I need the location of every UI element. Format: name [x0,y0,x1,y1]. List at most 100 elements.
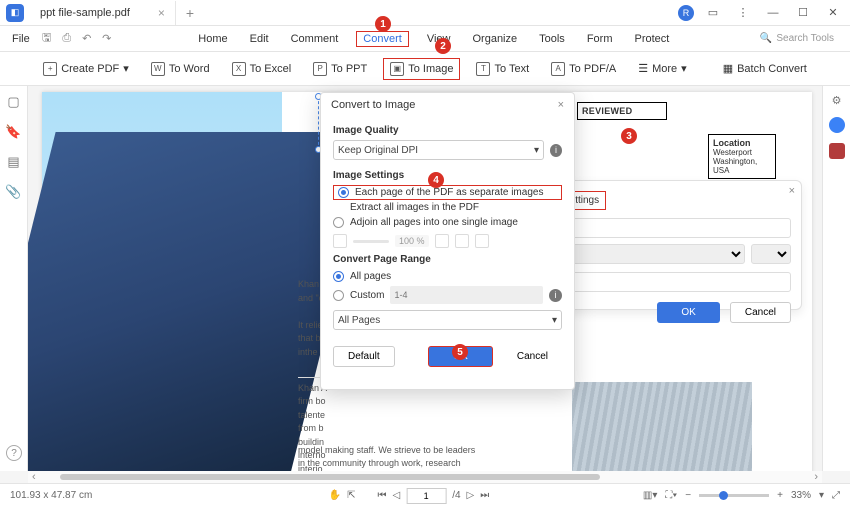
opt-each-page[interactable]: Each page of the PDF as separate images [333,185,562,200]
menu-edit[interactable]: Edit [246,31,273,47]
attachment-icon[interactable]: 📎 [5,184,21,200]
layers-icon[interactable]: ▤ [7,154,19,170]
translate-tool-icon[interactable] [829,143,845,159]
print-icon[interactable]: ⎙ [58,30,76,48]
menubar: File 🖫 ⎙ ↶ ↷ Home Edit Comment Convert V… [0,26,850,52]
zoom-out-icon[interactable]: − [685,490,691,501]
batch-icon: ▦ [723,62,733,75]
view-mode-icon[interactable]: ▥▾ [643,490,657,501]
to-excel-button[interactable]: XTo Excel [226,59,298,79]
settings-select-2[interactable] [751,244,791,264]
batch-label: Batch Convert [737,63,807,75]
last-page-icon[interactable]: ⏭ [480,490,489,501]
zoom-slider[interactable] [699,494,769,497]
scroll-left-icon[interactable]: ‹ [28,471,40,483]
right-sidebar: ⚙ [822,86,850,471]
settings-slider-icon[interactable]: ⚙ [832,94,842,107]
more-icon: ☰ [638,62,648,75]
to-ppt-label: To PPT [331,63,367,75]
opt-extract[interactable]: Extract all images in the PDF [333,200,562,215]
close-icon[interactable]: × [789,185,795,197]
dialog-header: Convert to Image × [321,93,574,117]
settings-input[interactable] [543,218,791,238]
maximize-button[interactable]: ☐ [792,2,814,24]
thumbnail-icon[interactable]: ▢ [7,94,19,110]
step-marker-5: 5 [452,344,468,360]
chevron-down-icon[interactable]: ▾ [819,490,824,501]
menu-protect[interactable]: Protect [630,31,673,47]
reviewed-stamp: REVIEWED [577,102,667,120]
ai-tool-icon[interactable] [829,117,845,133]
to-excel-label: To Excel [250,63,292,75]
present-icon[interactable]: ▭ [702,2,724,24]
horizontal-scrollbar[interactable]: ‹ › [28,471,822,483]
opt-custom[interactable]: Custom i [333,284,562,306]
info-icon[interactable]: i [550,144,562,157]
scroll-right-icon[interactable]: › [810,471,822,483]
location-label: Location [713,138,751,148]
opt-adjoin-label: Adjoin all pages into one single image [350,217,518,228]
menu-form[interactable]: Form [583,31,617,47]
add-tab-button[interactable]: + [176,5,204,21]
to-pdfa-button[interactable]: ATo PDF/A [545,59,622,79]
radio-icon[interactable] [333,271,344,282]
help-icon[interactable]: ? [6,445,22,461]
document-tab[interactable]: ppt file-sample.pdf × [30,1,176,25]
menu-tools[interactable]: Tools [535,31,569,47]
first-page-icon[interactable]: ⏮ [377,490,386,501]
app-icon: ◧ [6,4,24,22]
menu-organize[interactable]: Organize [468,31,521,47]
settings-input-2[interactable] [543,272,791,292]
close-icon[interactable]: × [558,99,564,111]
hand-tool-icon[interactable]: ✋ [329,490,341,501]
to-ppt-button[interactable]: PTo PPT [307,59,373,79]
redo-icon[interactable]: ↷ [98,30,116,48]
zoom-in-icon[interactable]: + [777,490,783,501]
to-word-button[interactable]: WTo Word [145,59,216,79]
opt-all-pages[interactable]: All pages [333,269,562,284]
kebab-icon[interactable]: ⋮ [732,2,754,24]
info-icon[interactable]: i [549,289,562,302]
minimize-button[interactable]: — [762,2,784,24]
custom-range-input[interactable] [390,286,543,304]
fullscreen-icon[interactable]: ⤢ [832,490,840,501]
text-icon: T [476,62,490,76]
panel-ok-button[interactable]: OK [657,302,719,323]
save-icon[interactable]: 🖫 [38,30,56,48]
pages-select[interactable]: All Pages ▾ [333,310,562,330]
panel-cancel-button[interactable]: Cancel [730,302,791,323]
opt-each-label: Each page of the PDF as separate images [355,187,543,198]
select-tool-icon[interactable]: ⇱ [347,490,355,501]
menu-comment[interactable]: Comment [287,31,343,47]
radio-icon[interactable] [338,187,349,198]
avatar[interactable]: R [678,5,694,21]
undo-icon[interactable]: ↶ [78,30,96,48]
create-pdf-label: Create PDF [61,63,119,75]
prev-page-icon[interactable]: ◁ [392,490,400,501]
cancel-button[interactable]: Cancel [503,346,562,367]
location-country: Washington, USA [713,157,757,175]
slider-track[interactable] [353,240,389,243]
opt-adjoin[interactable]: Adjoin all pages into one single image [333,215,562,230]
batch-convert-button[interactable]: ▦ Batch Convert [717,59,813,78]
scroll-thumb[interactable] [60,474,600,480]
fit-page-icon[interactable]: ⛶▾ [665,490,677,501]
page-input[interactable] [406,488,446,504]
bookmark-icon[interactable]: 🔖 [5,124,21,140]
radio-icon[interactable] [333,217,344,228]
to-image-button[interactable]: ▣To Image [383,58,460,80]
create-pdf-button[interactable]: +Create PDF▾ [37,59,135,79]
file-menu[interactable]: File [6,33,36,45]
next-page-icon[interactable]: ▷ [467,490,475,501]
search-tools[interactable]: 🔍 Search Tools [760,33,844,44]
menu-convert[interactable]: Convert [356,31,409,47]
image-icon: ▣ [390,62,404,76]
radio-icon[interactable] [333,290,344,301]
close-tab-icon[interactable]: × [158,6,165,20]
default-button[interactable]: Default [333,346,395,367]
image-quality-select[interactable]: Keep Original DPI ▾ [333,140,544,160]
more-button[interactable]: ☰More▾ [632,59,692,78]
menu-home[interactable]: Home [194,31,231,47]
close-window-button[interactable]: ✕ [822,2,844,24]
to-text-button[interactable]: TTo Text [470,59,535,79]
